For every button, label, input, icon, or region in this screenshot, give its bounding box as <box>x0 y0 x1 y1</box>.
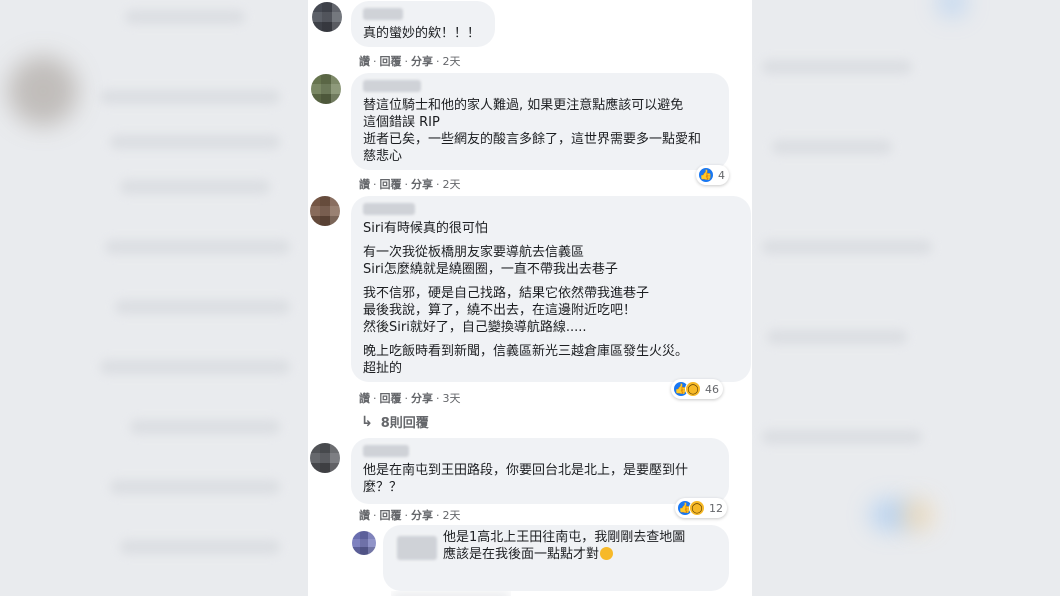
reaction-summary[interactable]: 👍 ◯ 12 <box>675 498 727 518</box>
comment-bubble: Siri有時候真的很可怕 有一次我從板橋朋友家要導航去信義區 Siri怎麼繞就是… <box>351 196 751 382</box>
avatar[interactable] <box>311 74 341 104</box>
comment-timestamp[interactable]: 3天 <box>443 392 461 405</box>
share-link[interactable]: 分享 <box>411 392 433 405</box>
like-link[interactable]: 讚 <box>359 392 370 405</box>
replies-label: 8則回覆 <box>380 416 429 431</box>
comment-actions: 讚 · 回覆 · 分享 · 2天 <box>359 509 461 522</box>
avatar[interactable] <box>352 531 376 555</box>
reply-link[interactable]: 回覆 <box>380 509 402 522</box>
view-replies-button[interactable]: ↳ 8則回覆 <box>361 412 429 432</box>
comment-bubble: 替這位騎士和他的家人難過, 如果更注意點應該可以避免 這個錯誤 RIP 逝者已矣… <box>351 73 729 170</box>
share-link[interactable]: 分享 <box>411 178 433 191</box>
commenter-name-blurred[interactable] <box>363 80 421 92</box>
comment-actions: 讚 · 回覆 · 分享 · 3天 <box>359 392 461 405</box>
blurred-background-left <box>0 0 308 596</box>
comment-timestamp[interactable]: 2天 <box>443 55 461 68</box>
comment-paragraph: 我不信邪，硬是自己找路，結果它依然帶我進巷子 最後我說，算了，繞不出去，在這邊附… <box>363 286 650 335</box>
share-link[interactable]: 分享 <box>411 509 433 522</box>
comment-actions: 讚 · 回覆 · 分享 · 2天 <box>359 178 461 191</box>
reply-bubble: 他是1高北上王田往南屯，我剛剛去查地圖 應該是在我後面一點點才對 <box>383 525 729 591</box>
reply-arrow-icon: ↳ <box>361 413 373 430</box>
commenter-name-blurred[interactable] <box>363 203 415 215</box>
comment-bubble: 真的蠻妙的欸！！！ <box>351 1 495 47</box>
blurred-background-right <box>752 0 1060 596</box>
wow-icon: ◯ <box>689 500 705 516</box>
like-link[interactable]: 讚 <box>359 55 370 68</box>
commenter-name-blurred[interactable] <box>397 536 437 560</box>
reaction-count: 4 <box>718 168 725 182</box>
reply-text: 他是1高北上王田往南屯，我剛剛去查地圖 應該是在我後面一點點才對 <box>443 530 686 562</box>
reply-link[interactable]: 回覆 <box>380 392 402 405</box>
comment-actions-cutoff <box>391 591 511 596</box>
reaction-count: 12 <box>709 501 723 515</box>
reply-link[interactable]: 回覆 <box>380 178 402 191</box>
comment-timestamp[interactable]: 2天 <box>443 178 461 191</box>
comment-actions: 讚 · 回覆 · 分享 · 2天 <box>359 55 461 68</box>
commenter-name-blurred[interactable] <box>363 445 409 457</box>
wow-icon: ◯ <box>685 381 701 397</box>
comment-bubble: 他是在南屯到王田路段，你要回台北是北上，是要壓到什 麼？？ <box>351 438 729 504</box>
like-link[interactable]: 讚 <box>359 509 370 522</box>
comment-paragraph: 有一次我從板橋朋友家要導航去信義區 Siri怎麼繞就是繞圈圈，一直不帶我出去巷子 <box>363 245 618 277</box>
comment-feed: 真的蠻妙的欸！！！ 讚 · 回覆 · 分享 · 2天 替這位騎士和他的家人難過, 如果更注意… <box>308 0 752 596</box>
reaction-count: 46 <box>705 382 719 396</box>
commenter-name-blurred[interactable] <box>363 8 403 20</box>
avatar[interactable] <box>310 196 340 226</box>
grinning-face-emoji <box>600 547 614 560</box>
comment-text: 替這位騎士和他的家人難過, 如果更注意點應該可以避免 這個錯誤 RIP 逝者已矣… <box>363 98 702 164</box>
share-link[interactable]: 分享 <box>411 55 433 68</box>
comment-text: 真的蠻妙的欸！！！ <box>363 26 481 41</box>
reply-link[interactable]: 回覆 <box>380 55 402 68</box>
comment-text: 他是在南屯到王田路段，你要回台北是北上，是要壓到什 麼？？ <box>363 463 689 495</box>
avatar[interactable] <box>312 2 342 32</box>
like-icon: 👍 <box>698 167 714 183</box>
reaction-summary[interactable]: 👍 4 <box>696 165 729 185</box>
comment-timestamp[interactable]: 2天 <box>443 509 461 522</box>
like-link[interactable]: 讚 <box>359 178 370 191</box>
avatar[interactable] <box>310 443 340 473</box>
reaction-summary[interactable]: 👍 ◯ 46 <box>671 379 723 399</box>
comment-paragraph: 晚上吃飯時看到新聞，信義區新光三越倉庫區發生火災。 超扯的 <box>363 344 689 376</box>
comment-paragraph: Siri有時候真的很可怕 <box>363 221 488 236</box>
